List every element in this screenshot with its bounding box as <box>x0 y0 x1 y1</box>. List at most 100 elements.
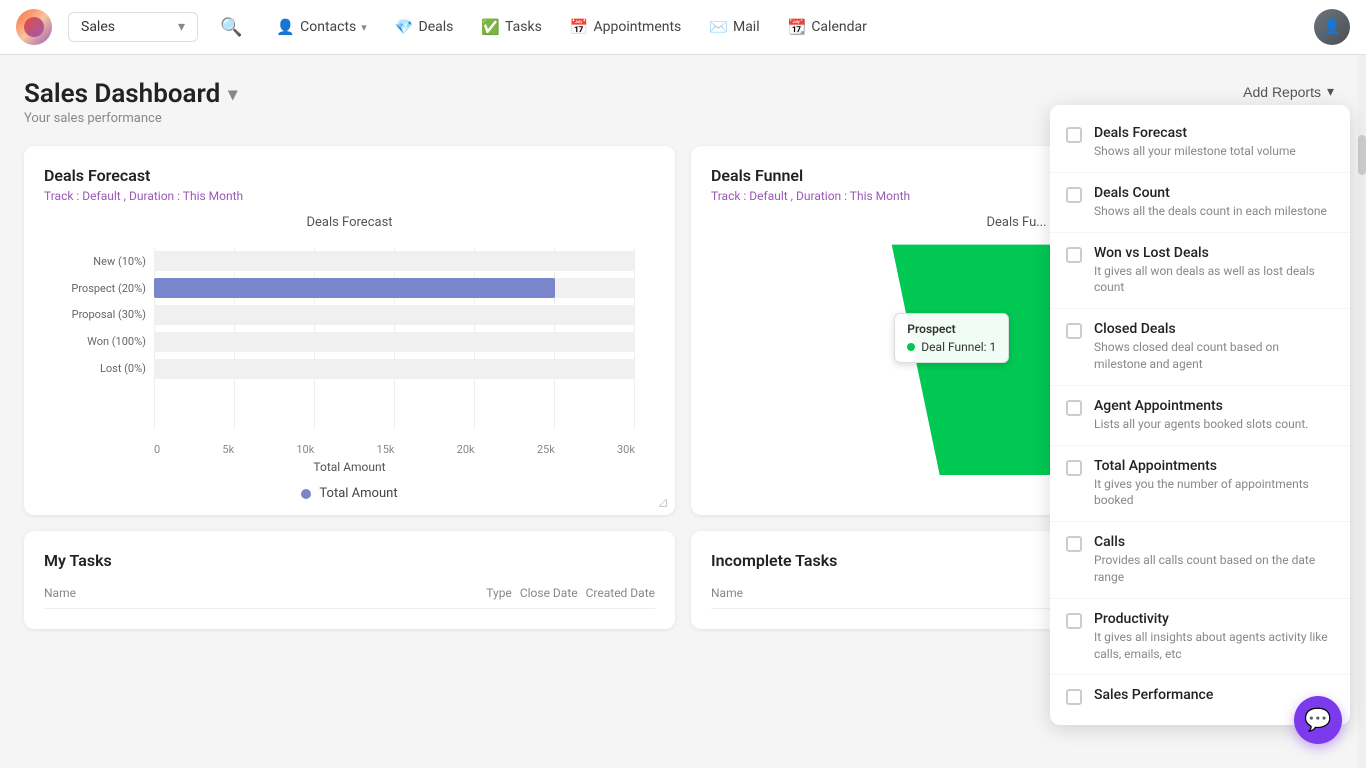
chart-title: Deals Forecast <box>44 215 655 230</box>
calendar-icon: 📆 <box>788 18 807 36</box>
dropdown-item-title: Sales Performance <box>1094 687 1213 703</box>
dropdown-item-checkbox[interactable] <box>1066 400 1082 416</box>
dropdown-item-text: Closed Deals Shows closed deal count base… <box>1094 321 1334 373</box>
search-button[interactable]: 🔍 <box>214 11 248 44</box>
scrollbar-track[interactable] <box>1358 55 1366 768</box>
bar-track <box>154 359 635 379</box>
nav-calendar[interactable]: 📆 Calendar <box>776 10 879 44</box>
dropdown-item-checkbox[interactable] <box>1066 247 1082 263</box>
legend-dot <box>301 489 311 499</box>
bar-row: Lost (0%) <box>154 358 635 380</box>
dropdown-item-desc: Shows all your milestone total volume <box>1094 143 1296 160</box>
nav-tasks[interactable]: ✅ Tasks <box>469 10 553 44</box>
dropdown-item-desc: Lists all your agents booked slots count… <box>1094 416 1308 433</box>
x-tick-0: 0 <box>154 443 160 456</box>
dropdown-item[interactable]: Total AppointmentsIt gives you the numbe… <box>1050 446 1350 523</box>
add-reports-button[interactable]: Add Reports ▾ <box>1235 79 1342 104</box>
bar-label: Won (100%) <box>46 335 146 348</box>
dropdown-item[interactable]: Deals Forecast Shows all your milestone t… <box>1050 113 1350 173</box>
x-tick-5: 25k <box>537 443 555 456</box>
dropdown-item-text: Deals Forecast Shows all your milestone t… <box>1094 125 1296 160</box>
bar-row: New (10%) <box>154 250 635 272</box>
dropdown-item-desc: Shows all the deals count in each milest… <box>1094 203 1327 220</box>
nav-tasks-label: Tasks <box>505 19 542 35</box>
deals-icon: 💎 <box>395 18 414 36</box>
nav-mail[interactable]: ✉️ Mail <box>697 10 771 44</box>
dropdown-item[interactable]: CallsProvides all calls count based on t… <box>1050 522 1350 599</box>
my-tasks-col-close: Close Date <box>520 586 578 600</box>
dropdown-item-desc: It gives all won deals as well as lost d… <box>1094 263 1334 297</box>
x-tick-4: 20k <box>457 443 475 456</box>
dropdown-item-checkbox[interactable] <box>1066 460 1082 476</box>
dropdown-item-checkbox[interactable] <box>1066 127 1082 143</box>
chevron-down-icon: ▾ <box>178 19 185 35</box>
nav-contacts-label: Contacts <box>300 19 356 35</box>
pipeline-select[interactable]: Sales ▾ <box>68 12 198 42</box>
dropdown-item[interactable]: Won vs Lost Deals It gives all won deals … <box>1050 233 1350 310</box>
page-subtitle: Your sales performance <box>24 111 237 126</box>
my-tasks-table-header: Name Type Close Date Created Date <box>44 586 655 609</box>
user-avatar[interactable]: 👤 <box>1314 9 1350 45</box>
nav-appointments[interactable]: 📅 Appointments <box>558 10 693 44</box>
nav-contacts[interactable]: 👤 Contacts ▾ <box>264 10 378 44</box>
dropdown-item-desc: Provides all calls count based on the da… <box>1094 552 1334 586</box>
dropdown-item-checkbox[interactable] <box>1066 323 1082 339</box>
deals-forecast-subtitle: Track : Default , Duration : This Month <box>44 189 655 203</box>
dropdown-item-title: Deals Forecast <box>1094 125 1296 141</box>
contacts-icon: 👤 <box>276 18 295 36</box>
my-tasks-col-name: Name <box>44 586 478 600</box>
nav-deals-label: Deals <box>419 19 454 35</box>
dropdown-item-text: Total AppointmentsIt gives you the numbe… <box>1094 458 1334 510</box>
deals-forecast-title: Deals Forecast <box>44 166 655 185</box>
dropdown-item-title: Agent Appointments <box>1094 398 1308 414</box>
appointments-icon: 📅 <box>570 18 589 36</box>
dropdown-item-desc: It gives you the number of appointments … <box>1094 476 1334 510</box>
dropdown-item-desc: Shows closed deal count based on milesto… <box>1094 339 1334 373</box>
nav-mail-label: Mail <box>733 19 760 35</box>
bar-track <box>154 332 635 352</box>
nav-calendar-label: Calendar <box>811 19 867 35</box>
deals-forecast-chart: Deals Forecast New (10 <box>44 215 655 495</box>
dropdown-item-checkbox[interactable] <box>1066 187 1082 203</box>
bar-row: Prospect (20%) <box>154 277 635 299</box>
nav-appointments-label: Appointments <box>593 19 681 35</box>
my-tasks-col-created: Created Date <box>586 586 655 600</box>
dropdown-item[interactable]: Deals CountShows all the deals count in … <box>1050 173 1350 233</box>
bar-label: Lost (0%) <box>46 362 146 375</box>
dropdown-item-checkbox[interactable] <box>1066 536 1082 552</box>
dropdown-item-checkbox[interactable] <box>1066 613 1082 629</box>
dropdown-item-text: ProductivityIt gives all insights about … <box>1094 611 1334 663</box>
x-tick-2: 10k <box>296 443 314 456</box>
pipeline-label: Sales <box>81 19 115 35</box>
my-tasks-card: My Tasks Name Type Close Date Created Da… <box>24 531 675 629</box>
dropdown-item-checkbox[interactable] <box>1066 689 1082 705</box>
bar-track <box>154 251 635 271</box>
page-title-chevron-icon[interactable]: ▾ <box>228 84 237 105</box>
chat-button[interactable]: 💬 <box>1294 696 1342 744</box>
scrollbar-thumb[interactable] <box>1358 135 1366 175</box>
my-tasks-title: My Tasks <box>44 551 655 570</box>
tooltip-dot-icon <box>907 343 915 351</box>
dropdown-item[interactable]: Agent Appointments Lists all your agents … <box>1050 386 1350 446</box>
tooltip-title: Prospect <box>907 322 996 336</box>
chart-legend: Total Amount <box>44 486 655 501</box>
bar-track <box>154 278 635 298</box>
dropdown-item[interactable]: Closed Deals Shows closed deal count base… <box>1050 309 1350 386</box>
tooltip-row-label: Deal Funnel: 1 <box>921 340 996 354</box>
contacts-chevron-icon: ▾ <box>361 21 367 34</box>
resize-handle-icon[interactable]: ⊿ <box>657 495 669 511</box>
x-tick-3: 15k <box>377 443 395 456</box>
tasks-icon: ✅ <box>481 18 500 36</box>
bar-label: Proposal (30%) <box>46 308 146 321</box>
dropdown-item-title: Closed Deals <box>1094 321 1334 337</box>
bar-label: Prospect (20%) <box>46 282 146 295</box>
app-logo[interactable] <box>16 9 52 45</box>
add-reports-chevron-icon: ▾ <box>1327 83 1334 100</box>
mail-icon: ✉️ <box>709 18 728 36</box>
dropdown-item[interactable]: ProductivityIt gives all insights about … <box>1050 599 1350 676</box>
add-reports-dropdown: Deals Forecast Shows all your milestone t… <box>1050 105 1350 725</box>
dropdown-item-text: Deals CountShows all the deals count in … <box>1094 185 1327 220</box>
tooltip-row: Deal Funnel: 1 <box>907 340 996 354</box>
dropdown-item-title: Won vs Lost Deals <box>1094 245 1334 261</box>
nav-deals[interactable]: 💎 Deals <box>383 10 466 44</box>
